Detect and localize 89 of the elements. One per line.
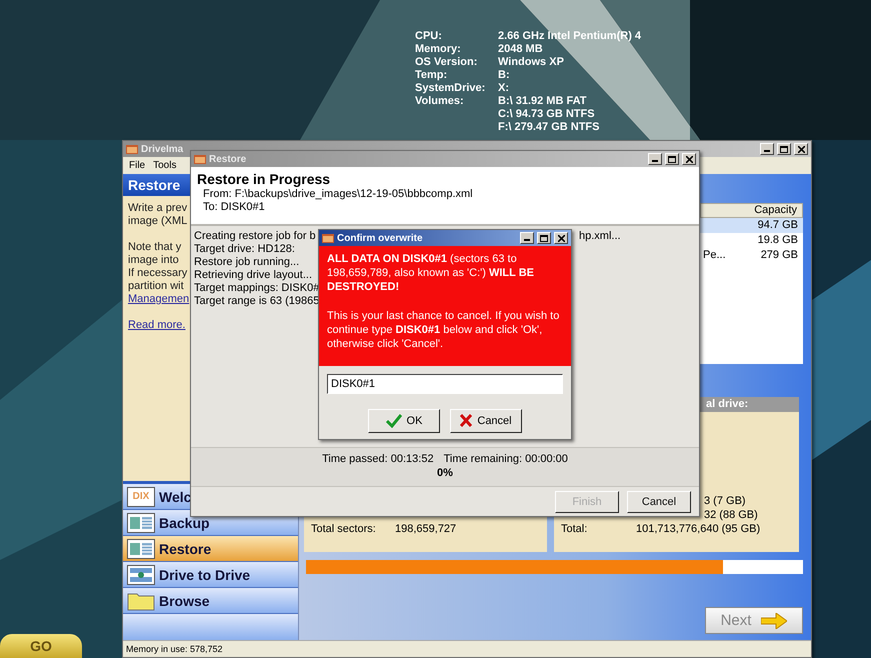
log-line: Retrieving drive layout... <box>194 269 313 282</box>
info-value: X: <box>498 82 510 94</box>
window-title: Restore <box>209 154 248 164</box>
close-icon <box>558 234 564 242</box>
info-value: 2048 MB <box>498 43 544 55</box>
info-value: B: <box>498 69 511 81</box>
warning-text: ALL DATA ON DISK0#1 (sectors 63 to 198,659,789, also known as 'C:') WILL BE DESTROYED! <box>327 252 535 294</box>
sidebar-label: Restore <box>159 540 212 556</box>
dix-logo: DIX <box>127 486 155 506</box>
panel-text: image into <box>128 254 179 267</box>
field-label: Total sectors: <box>310 522 377 536</box>
info-value: C:\ 94.73 GB NTFS <box>498 108 596 120</box>
log-line: Target drive: HD128: <box>194 243 296 256</box>
time-remaining: Time remaining: 00:00:00 <box>444 452 568 466</box>
close-icon <box>686 156 692 162</box>
time-passed: Time passed: 00:13:52 <box>322 452 434 466</box>
cancel-button[interactable]: Cancel <box>627 490 691 512</box>
instruction-text: This is your last chance to cancel. If you wish to continue type DISK0#1 below and click 'Ok', otherwise click 'Cancel'. <box>327 309 560 351</box>
field-value: 32 (88 GB) <box>704 508 758 522</box>
info-value: B:\ 31.92 MB FAT <box>498 95 588 107</box>
close-button[interactable] <box>794 143 808 155</box>
field-label: Total: <box>560 522 588 536</box>
window-title: DriveIma <box>141 144 184 154</box>
minimize-button[interactable] <box>648 153 662 165</box>
cancel-button[interactable]: Cancel <box>450 408 522 432</box>
status-bar: Memory in use: 578,752 <box>123 640 811 657</box>
sidebar-label: Drive to Drive <box>159 566 250 582</box>
log-line: Target mappings: DISK0# <box>194 282 319 295</box>
log-line: Restore job running... <box>194 256 300 269</box>
target-drive: To: DISK0#1 <box>202 201 266 214</box>
window-icon <box>322 234 334 242</box>
percent-text: 0% <box>437 466 453 480</box>
maximize-button[interactable] <box>665 153 679 165</box>
field-value: 198,659,727 <box>395 522 456 536</box>
sidebar-item[interactable]: Drive to Drive <box>123 562 298 588</box>
panel-text: image (XML <box>128 215 188 228</box>
panel-text: Note that y <box>128 241 182 254</box>
close-button[interactable] <box>682 153 696 165</box>
info-value: F:\ 279.47 GB NTFS <box>498 121 600 133</box>
sidebar-label: Browse <box>159 592 210 608</box>
info-label: Temp: <box>415 69 448 81</box>
log-line: hp.xml... <box>579 230 621 244</box>
field-value: 3 (7 GB) <box>704 494 746 508</box>
maximize-icon <box>780 146 788 152</box>
close-icon <box>798 146 804 152</box>
window-icon <box>194 154 206 164</box>
info-label: Volumes: <box>415 95 465 109</box>
go-button[interactable]: GO <box>0 634 82 658</box>
info-label: SystemDrive: <box>415 82 486 94</box>
table-cell: 279 GB <box>760 248 798 263</box>
checkmark-icon <box>386 414 402 428</box>
log-line: Creating restore job for b <box>194 230 317 243</box>
log-line: Target range is 63 (19865 <box>194 295 319 308</box>
ok-button[interactable]: OK <box>368 408 440 432</box>
maximize-button[interactable] <box>777 143 791 155</box>
window-title: Confirm overwrite <box>337 232 424 244</box>
panel-text: If necessary <box>128 267 188 280</box>
minimize-button[interactable] <box>520 232 534 244</box>
column-header[interactable]: Capacity <box>700 203 803 218</box>
folder-icon <box>127 590 155 610</box>
panel-text: partition wit <box>128 280 184 293</box>
cross-icon <box>460 414 472 427</box>
maximize-button[interactable] <box>537 232 551 244</box>
sidebar-label: Welc <box>159 488 192 504</box>
confirm-input[interactable]: DISK0#1 <box>327 374 563 394</box>
sidebar-item[interactable]: Restore <box>123 536 298 562</box>
sidebar-label: Backup <box>159 514 210 530</box>
link[interactable]: Managemen <box>128 293 190 306</box>
menu-item[interactable]: Tools <box>153 160 176 171</box>
table-icon <box>127 538 155 558</box>
info-label: OS Version: <box>415 56 478 68</box>
menu-item[interactable]: File <box>129 160 146 171</box>
window-icon <box>126 144 138 154</box>
maximize-icon <box>540 234 548 242</box>
info-label: CPU: <box>415 30 443 42</box>
table-icon <box>127 512 155 532</box>
minimize-button[interactable] <box>760 143 774 155</box>
info-label: Memory: <box>415 43 462 55</box>
info-value: Windows XP <box>498 56 565 68</box>
maximize-icon <box>668 156 676 162</box>
arrow-icon <box>761 612 788 628</box>
link[interactable]: Read more. <box>128 319 186 332</box>
table-cell: Pe... <box>703 248 726 263</box>
drives-icon <box>127 564 155 584</box>
field-value: 101,713,776,640 (95 GB) <box>636 522 760 536</box>
table-cell: 94.7 GB <box>758 218 798 233</box>
close-button[interactable] <box>554 232 568 244</box>
panel-text: Write a prev <box>128 202 188 215</box>
sidebar-item[interactable]: Browse <box>123 588 298 614</box>
